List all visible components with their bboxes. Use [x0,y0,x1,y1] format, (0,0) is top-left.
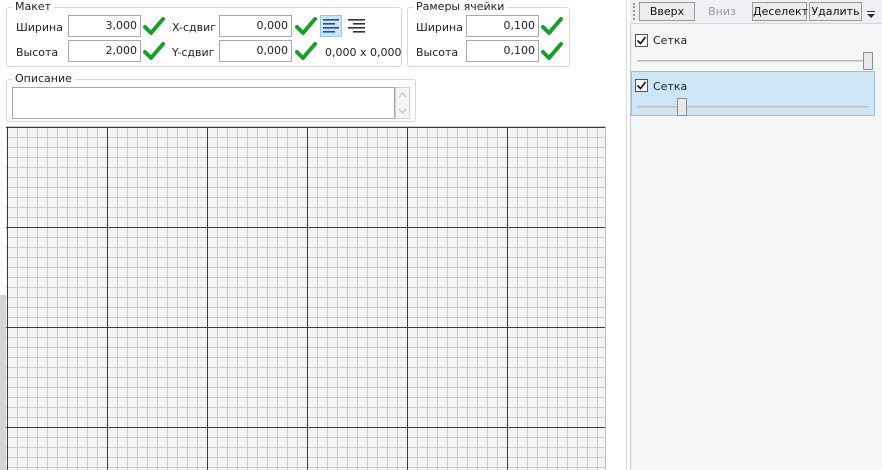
checkmark-icon [636,36,647,45]
layer-label: Сетка [653,80,688,93]
layer-opacity-track[interactable] [637,60,873,62]
check-icon [143,42,165,60]
grid-canvas[interactable] [6,126,606,470]
layer-opacity-thumb[interactable] [677,98,687,116]
layer-visible-checkbox[interactable] [635,79,648,92]
layer-opacity-thumb[interactable] [863,52,873,70]
yshift-field[interactable]: 0,000 [219,40,292,62]
checkmark-icon [636,81,647,90]
yshift-label: Y-сдвиг [172,46,215,59]
toolbar-grip-icon [633,3,635,20]
layer-opacity-track[interactable] [637,106,869,108]
check-icon [295,17,317,35]
layer-visible-checkbox[interactable] [635,34,648,47]
layer-item[interactable]: Сетка [631,27,875,71]
xshift-label: X-сдвиг [172,21,217,34]
description-scrollbar[interactable] [395,87,410,119]
align-right-icon [348,19,365,33]
toolbar-overflow-button[interactable] [864,2,878,22]
layer-label: Сетка [653,34,688,47]
delete-button[interactable]: Удалить [809,2,862,21]
chevron-down-icon [867,11,875,18]
width-label: Ширина [16,21,63,34]
width-field[interactable]: 3,000 [68,15,141,37]
grid-lines [6,127,606,470]
cell-width-label: Ширина [416,21,463,34]
check-icon [541,42,563,60]
cell-height-label: Высота [416,46,459,59]
layout-group-title: Макет [15,0,52,13]
scroll-up-icon [398,92,407,98]
apply-cell-width-button[interactable] [540,15,564,37]
move-down-button[interactable]: Вниз [696,2,748,21]
apply-height-button[interactable] [142,40,166,62]
apply-yshift-button[interactable] [294,40,318,62]
layer-item-selected[interactable]: Сетка [631,71,875,116]
align-right-button[interactable] [345,15,367,37]
move-up-button[interactable]: Вверх [639,2,695,21]
height-label: Высота [16,46,59,59]
check-icon [295,42,317,60]
size-readout: 0,000 x 0,000 [325,46,402,59]
check-icon [143,17,165,35]
height-field[interactable]: 2,000 [68,40,141,62]
check-icon [541,17,563,35]
xshift-field[interactable]: 0,000 [219,15,292,37]
cell-height-field[interactable]: 0,100 [466,40,539,62]
align-left-button[interactable] [320,15,342,37]
cell-size-group-title: Рамеры ячейки [416,0,505,13]
description-group-title: Описание [15,72,72,85]
deselect-button[interactable]: Деселект [752,2,808,21]
description-textarea[interactable] [12,87,395,119]
apply-xshift-button[interactable] [294,15,318,37]
scroll-down-icon [398,108,407,114]
apply-cell-height-button[interactable] [540,40,564,62]
apply-width-button[interactable] [142,15,166,37]
cell-width-field[interactable]: 0,100 [466,15,539,37]
align-left-icon [323,19,339,33]
